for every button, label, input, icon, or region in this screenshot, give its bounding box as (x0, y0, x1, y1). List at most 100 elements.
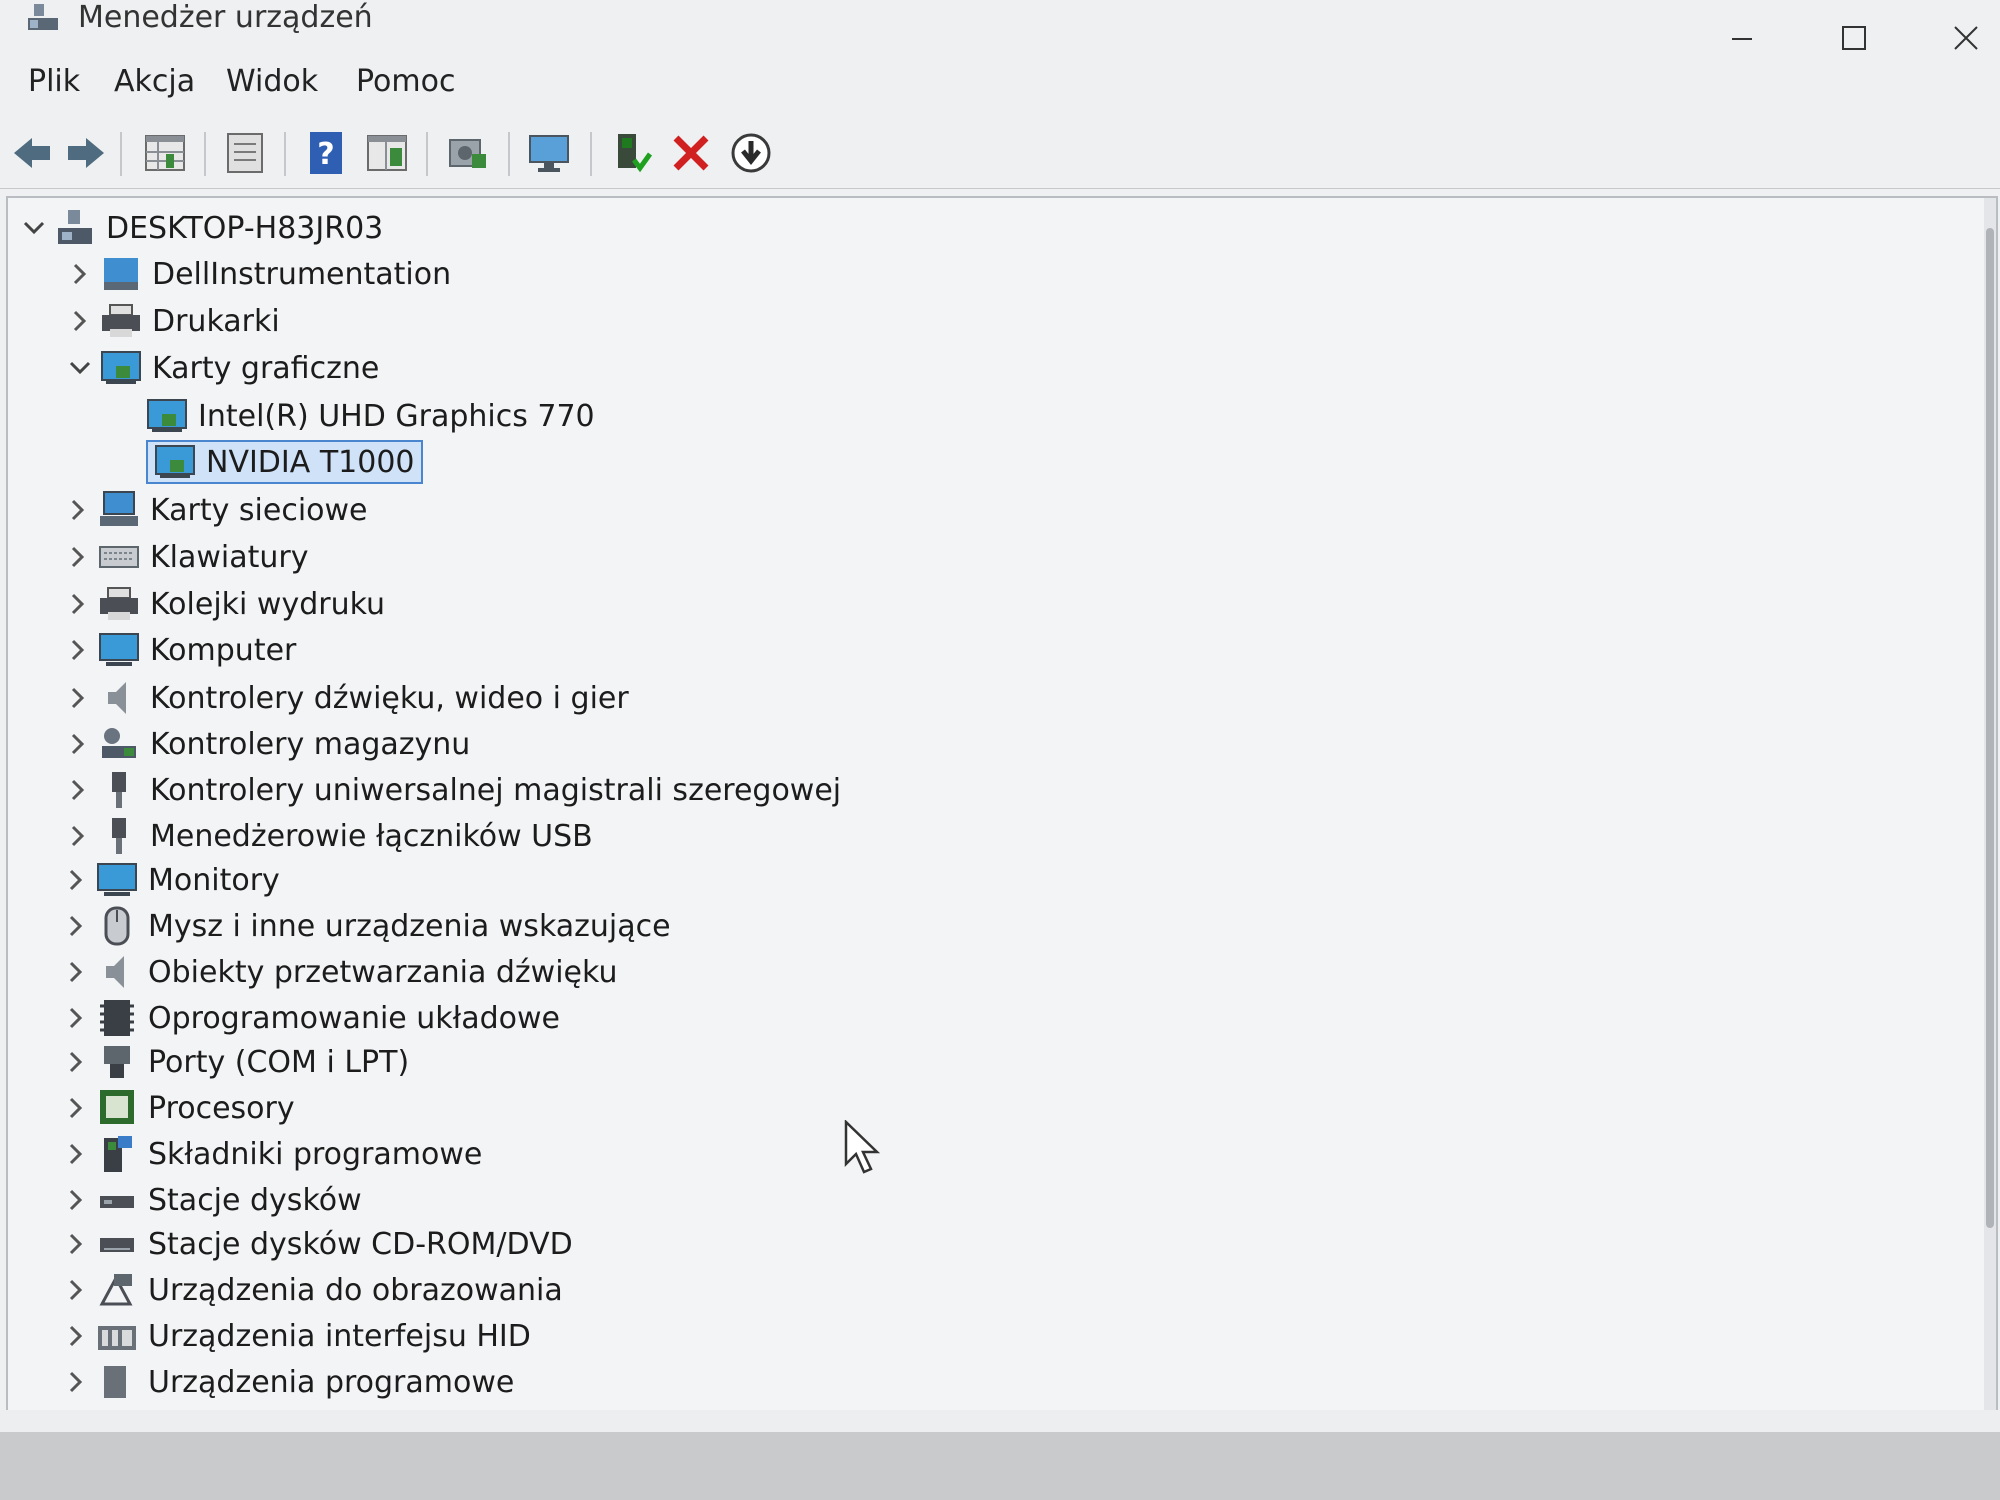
firmware-icon (100, 1000, 134, 1036)
document-icon[interactable] (222, 130, 268, 176)
menu-pomoc[interactable]: Pomoc (356, 64, 455, 99)
tree-item-komputer[interactable]: Komputer (58, 628, 296, 672)
tree-item-procesory[interactable]: Procesory (56, 1086, 295, 1130)
tree-item-porty[interactable]: Porty (COM i LPT) (56, 1040, 409, 1084)
tree-item-kolejki-wydruku[interactable]: Kolejki wydruku (58, 582, 385, 626)
printer-icon (100, 587, 138, 620)
title-bar: Menedżer urządzeń (0, 0, 2000, 66)
selected-device[interactable]: NVIDIA T1000 (146, 440, 423, 484)
tree-item-label: Stacje dysków (148, 1182, 362, 1218)
tree-item-mysz[interactable]: Mysz i inne urządzenia wskazujące (56, 904, 671, 948)
display-adapter-icon (101, 351, 141, 384)
chevron-right-icon[interactable] (58, 814, 98, 858)
chevron-right-icon[interactable] (58, 676, 98, 720)
tree-item-oprogramowanie-ukladowe[interactable]: Oprogramowanie układowe (56, 996, 560, 1040)
chevron-right-icon[interactable] (56, 1314, 96, 1358)
toolbar-separator (426, 132, 428, 176)
disk-drive-icon (100, 1196, 134, 1208)
minimize-icon (1732, 38, 1752, 40)
tree-item-kontrolery-usb[interactable]: Kontrolery uniwersalnej magistrali szere… (58, 768, 841, 812)
usb-icon (112, 818, 126, 854)
chevron-right-icon[interactable] (58, 628, 98, 672)
status-bar (0, 1410, 2000, 1432)
tree-item-skladniki-programowe[interactable]: Składniki programowe (56, 1132, 482, 1176)
tree-item-dellinstrumentation[interactable]: DellInstrumentation (60, 252, 451, 296)
chevron-right-icon[interactable] (60, 299, 100, 343)
scrollbar-thumb[interactable] (1986, 228, 1994, 1228)
chevron-down-icon[interactable] (14, 206, 54, 250)
chevron-right-icon[interactable] (56, 996, 96, 1040)
tree-child-nvidia-t1000[interactable]: NVIDIA T1000 (106, 440, 423, 484)
tree-item-label: Intel(R) UHD Graphics 770 (198, 398, 595, 434)
chevron-right-icon[interactable] (58, 722, 98, 766)
uninstall-x-icon[interactable] (668, 130, 714, 176)
chevron-right-icon[interactable] (60, 252, 100, 296)
tree-item-monitory[interactable]: Monitory (56, 858, 280, 902)
view-panel-icon[interactable] (364, 130, 410, 176)
chevron-right-icon[interactable] (58, 488, 98, 532)
tree-item-karty-graficzne[interactable]: Karty graficzne (60, 346, 379, 390)
minimize-button[interactable] (1712, 8, 1772, 68)
chevron-right-icon[interactable] (56, 1360, 96, 1404)
properties-grid-icon[interactable] (142, 130, 188, 176)
chevron-right-icon[interactable] (58, 582, 98, 626)
tree-item-label: Urządzenia programowe (148, 1364, 515, 1400)
chevron-right-icon[interactable] (58, 768, 98, 812)
tree-item-karty-sieciowe[interactable]: Karty sieciowe (58, 488, 368, 532)
mouse-icon (104, 906, 130, 946)
tree-item-drukarki[interactable]: Drukarki (60, 299, 280, 343)
tree-item-stacje-dyskow[interactable]: Stacje dysków (56, 1178, 362, 1222)
tree-item-urzadzenia-hid[interactable]: Urządzenia interfejsu HID (56, 1314, 531, 1358)
tree-item-label: DellInstrumentation (152, 256, 452, 292)
tree-item-label: Menedżerowie łączników USB (150, 818, 593, 854)
monitor-icon[interactable] (526, 130, 572, 176)
menu-akcja[interactable]: Akcja (114, 64, 195, 99)
processor-icon (100, 1090, 134, 1124)
storage-controller-icon (102, 728, 136, 758)
back-icon[interactable] (10, 130, 56, 176)
forward-icon[interactable] (62, 130, 108, 176)
speaker-icon (106, 956, 124, 988)
monitor-icon (97, 863, 137, 896)
menu-plik[interactable]: Plik (28, 64, 80, 99)
tree-item-klawiatury[interactable]: Klawiatury (58, 535, 309, 579)
help-icon[interactable]: ? (304, 130, 350, 176)
chevron-right-icon[interactable] (56, 1132, 96, 1176)
enable-device-icon[interactable] (608, 130, 654, 176)
tree-item-stacje-cd-dvd[interactable]: Stacje dysków CD-ROM/DVD (56, 1222, 573, 1266)
chevron-down-icon[interactable] (60, 346, 100, 390)
display-adapter-icon (155, 445, 195, 478)
tree-item-label: Karty sieciowe (150, 492, 368, 528)
tree-item-urzadzenia-obrazowania[interactable]: Urządzenia do obrazowania (56, 1268, 563, 1312)
chevron-right-icon[interactable] (56, 904, 96, 948)
device-manager-icon (28, 4, 58, 30)
tree-item-label: Drukarki (152, 303, 280, 339)
device-tree: DESKTOP-H83JR03 DellInstrumentation Druk… (6, 196, 1998, 1414)
chevron-right-icon[interactable] (56, 1040, 96, 1084)
tree-child-intel-uhd-770[interactable]: Intel(R) UHD Graphics 770 (106, 394, 595, 438)
tree-item-kontrolery-dzwieku[interactable]: Kontrolery dźwięku, wideo i gier (58, 676, 629, 720)
tree-item-menedzerowie-usb[interactable]: Menedżerowie łączników USB (58, 814, 593, 858)
maximize-button[interactable] (1824, 8, 1884, 68)
close-button[interactable] (1936, 8, 1996, 68)
scan-hardware-icon[interactable] (444, 130, 490, 176)
tree-item-obiekty-dzwieku[interactable]: Obiekty przetwarzania dźwięku (56, 950, 617, 994)
chevron-right-icon[interactable] (56, 1222, 96, 1266)
vertical-scrollbar[interactable] (1984, 198, 1996, 1412)
chevron-right-icon[interactable] (56, 950, 96, 994)
tree-item-label: Kontrolery dźwięku, wideo i gier (150, 680, 629, 716)
menu-widok[interactable]: Widok (226, 64, 318, 99)
chevron-right-icon[interactable] (56, 858, 96, 902)
tree-root[interactable]: DESKTOP-H83JR03 (14, 206, 383, 250)
chevron-right-icon[interactable] (56, 1178, 96, 1222)
update-driver-icon[interactable] (728, 130, 774, 176)
chevron-right-icon[interactable] (56, 1268, 96, 1312)
camera-icon (99, 1274, 133, 1306)
tree-item-label: Komputer (150, 632, 297, 668)
tree-item-kontrolery-magazynu[interactable]: Kontrolery magazynu (58, 722, 470, 766)
tree-item-urzadzenia-programowe[interactable]: Urządzenia programowe (56, 1360, 514, 1404)
chevron-right-icon[interactable] (56, 1086, 96, 1130)
hid-icon (98, 1326, 136, 1350)
chevron-right-icon[interactable] (58, 535, 98, 579)
